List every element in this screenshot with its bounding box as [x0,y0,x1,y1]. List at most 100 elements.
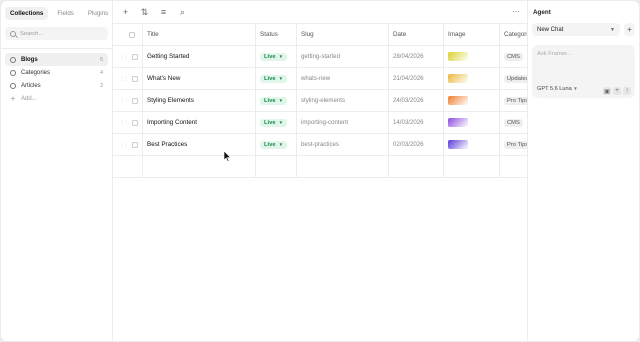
add-collection-button[interactable]: + Add... [5,92,108,105]
cell-slug[interactable]: styling-elements [297,90,389,111]
sidebar-item-blogs[interactable]: Blogs 5 [5,53,108,66]
cell-title[interactable]: Importing Content [143,112,256,133]
main-content: + ⇅ ≡ ⌕ ··· Title Status Slug Date Image… [113,1,527,341]
sidebar-item-articles[interactable]: Articles 3 [5,79,108,92]
cell-image[interactable] [444,68,500,89]
filter-icon[interactable]: ≡ [158,7,169,17]
cell-status[interactable]: Live ▼ [256,68,297,89]
cell-status[interactable]: Live ▼ [256,112,297,133]
row-checkbox[interactable] [132,97,138,104]
cell-slug[interactable]: whats-new [297,68,389,89]
cell-slug[interactable]: getting-started [297,46,389,67]
image-icon[interactable]: ▣ [603,87,611,95]
select-all-checkbox[interactable] [129,31,135,38]
cell-status[interactable]: Live ▼ [256,90,297,111]
add-collection-label: Add... [21,95,37,102]
article-icon [10,82,16,89]
cms-table: Title Status Slug Date Image Categorie ⋮… [113,23,527,178]
chat-select-value: New Chat [537,26,564,33]
sidebar-item-count: 4 [99,69,103,76]
row-select-cell: ⋮⋮ [113,46,143,67]
chat-select[interactable]: New Chat ▼ [532,23,620,36]
status-badge[interactable]: Live ▼ [260,74,288,83]
sidebar-item-categories[interactable]: Categories 4 [5,66,108,79]
column-header-date[interactable]: Date [389,24,444,45]
drag-handle-icon[interactable]: ⋮⋮ [120,98,129,104]
plus-icon[interactable]: + [120,7,131,17]
cell-date[interactable]: 28/04/2026 [389,46,444,67]
cell-image[interactable] [444,112,500,133]
cell-category[interactable]: CMS [500,46,527,67]
drag-handle-icon[interactable]: ⋮⋮ [120,120,129,126]
table-row[interactable]: ⋮⋮ What's New Live ▼ whats-new 21/04/2026… [113,68,527,90]
agent-input[interactable]: Ask Framer... GPT 5.6 Luna ▼ ▣ + ↑ [532,45,635,98]
row-checkbox[interactable] [132,75,138,82]
cell-image[interactable] [444,90,500,111]
plus-icon[interactable]: + [613,87,621,95]
select-all-cell [113,24,143,45]
category-chip: CMS [504,52,523,61]
cell-image[interactable] [444,134,500,155]
cell-title[interactable]: Styling Elements [143,90,256,111]
cell-status[interactable]: Live ▼ [256,46,297,67]
new-chat-button[interactable]: + [624,23,635,36]
drag-handle-icon[interactable]: ⋮⋮ [120,76,129,82]
drag-handle-icon[interactable]: ⋮⋮ [120,54,129,60]
cell-date[interactable]: 21/04/2026 [389,68,444,89]
column-header-categories[interactable]: Categorie [500,24,527,45]
category-chip: Pro Tips [504,96,527,105]
row-checkbox[interactable] [132,53,138,60]
table-row[interactable]: ⋮⋮ Importing Content Live ▼ importing-con… [113,112,527,134]
table-row[interactable]: ⋮⋮ Getting Started Live ▼ getting-started… [113,46,527,68]
cell-date[interactable]: 14/03/2026 [389,112,444,133]
cell-status[interactable]: Live ▼ [256,134,297,155]
column-header-slug[interactable]: Slug [297,24,389,45]
cell-title[interactable]: Getting Started [143,46,256,67]
cell-image[interactable] [444,46,500,67]
status-badge[interactable]: Live ▼ [260,118,288,127]
column-header-status[interactable]: Status [256,24,297,45]
status-label: Live [264,119,276,126]
row-checkbox[interactable] [132,141,138,148]
status-badge[interactable]: Live ▼ [260,96,288,105]
cell-title[interactable]: What's New [143,68,256,89]
toolbar: + ⇅ ≡ ⌕ ··· [113,1,527,23]
column-header-image[interactable]: Image [444,24,500,45]
input-actions: ▣ + ↑ [603,87,631,95]
chevron-down-icon: ▼ [278,142,284,147]
table-row[interactable]: ⋮⋮ Best Practices Live ▼ best-practices 0… [113,134,527,156]
cell-category[interactable]: CMS [500,112,527,133]
status-label: Live [264,53,276,60]
collection-list: Blogs 5 Categories 4 Articles 3 + Add... [1,53,112,105]
cell-date[interactable]: 24/03/2026 [389,90,444,111]
row-checkbox[interactable] [132,119,138,126]
sort-icon[interactable]: ⇅ [139,7,150,18]
tag-icon [10,69,16,76]
cell-slug[interactable]: best-practices [297,134,389,155]
cell-date[interactable]: 02/03/2026 [389,134,444,155]
sidebar-search[interactable]: Search... [5,27,108,40]
tab-collections[interactable]: Collections [5,6,49,20]
cell-category[interactable]: Pro Tips [500,90,527,111]
model-select[interactable]: GPT 5.6 Luna ▼ [537,86,578,92]
status-badge[interactable]: Live ▼ [260,52,288,61]
empty-cell [143,156,256,177]
table-row[interactable]: ⋮⋮ Styling Elements Live ▼ styling-elemen… [113,90,527,112]
cell-category[interactable]: Updates [500,68,527,89]
cell-title[interactable]: Best Practices [143,134,256,155]
column-header-title[interactable]: Title [143,24,256,45]
status-badge[interactable]: Live ▼ [260,140,288,149]
agent-input-placeholder: Ask Framer... [537,51,572,57]
search-icon[interactable]: ⌕ [177,7,188,18]
sidebar: Collections Fields Plugins Search... Blo… [1,1,113,341]
send-arrow-icon[interactable]: ↑ [623,87,631,95]
more-options-icon[interactable]: ··· [512,7,520,16]
tab-plugins[interactable]: Plugins [83,7,113,20]
drag-handle-icon[interactable]: ⋮⋮ [120,142,129,148]
image-thumbnail [448,52,468,61]
cell-slug[interactable]: importing-content [297,112,389,133]
chevron-down-icon: ▼ [573,86,578,91]
cell-category[interactable]: Pro Tips [500,134,527,155]
tab-fields[interactable]: Fields [52,7,79,20]
empty-row[interactable] [113,156,527,178]
